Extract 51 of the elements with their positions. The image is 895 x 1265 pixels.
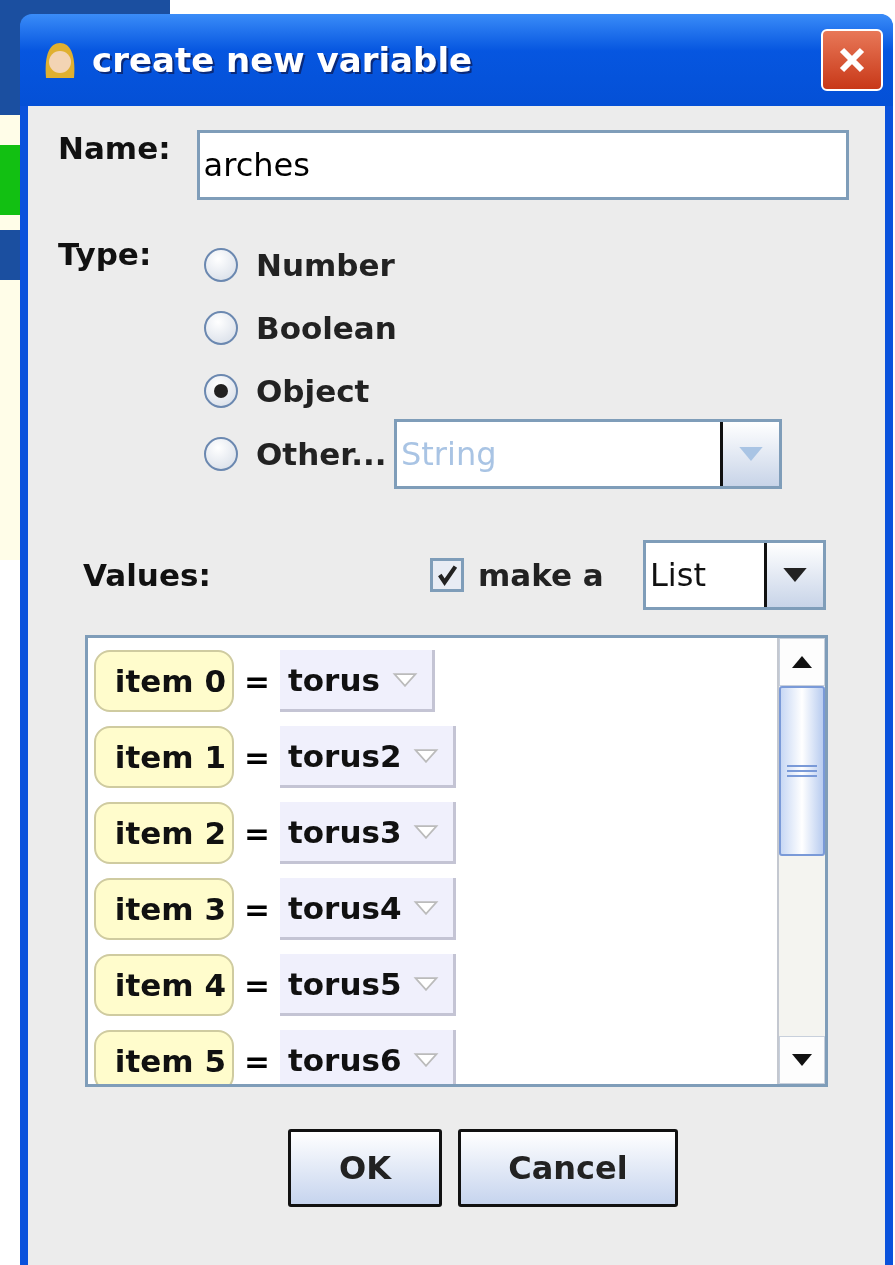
value-dropdown[interactable]: torus [280, 650, 435, 712]
equals-sign: = [244, 663, 270, 699]
caret-icon [413, 900, 440, 915]
close-icon [837, 45, 867, 75]
scroll-up-icon[interactable] [791, 656, 813, 668]
caret-icon [413, 824, 440, 839]
item-tile[interactable]: item 1 [94, 726, 234, 788]
item-tile[interactable]: item 3 [94, 878, 234, 940]
value-dropdown[interactable]: torus5 [280, 954, 457, 1016]
name-field[interactable]: arches [196, 130, 849, 200]
dialog-button[interactable]: Cancel [458, 1129, 678, 1207]
checkbox-label: make a [478, 557, 605, 593]
caret-icon [739, 446, 763, 461]
type-label: Type: [58, 236, 153, 274]
caret-icon [783, 568, 807, 582]
radio-label: Number [256, 246, 394, 283]
item-tile[interactable]: item 5 [94, 1030, 234, 1084]
caret-icon [413, 976, 440, 991]
radio-button[interactable] [204, 247, 238, 282]
equals-sign: = [244, 891, 270, 927]
equals-sign: = [244, 967, 270, 1003]
close-button[interactable] [821, 29, 883, 91]
value-dropdown[interactable]: torus3 [280, 802, 457, 864]
window-title: create new variable [92, 40, 474, 80]
radio-label: Object [256, 372, 371, 409]
equals-sign: = [244, 815, 270, 851]
name-label: Name: [58, 130, 171, 166]
item-tile[interactable]: item 2 [94, 802, 234, 864]
radio-label: Other... [256, 435, 388, 472]
item-tile[interactable]: item 4 [94, 954, 234, 1016]
caret-icon [413, 1052, 440, 1067]
caret-icon [391, 672, 418, 687]
radio-button[interactable] [204, 310, 238, 345]
equals-sign: = [244, 1043, 270, 1079]
grip-icon [787, 764, 817, 778]
value-dropdown[interactable]: torus6 [280, 1030, 457, 1084]
caret-icon [413, 748, 440, 763]
values-label: Values: [83, 557, 212, 593]
value-dropdown[interactable]: torus4 [280, 878, 457, 940]
item-tile[interactable]: item 0 [94, 650, 234, 712]
check-icon [435, 563, 459, 587]
equals-sign: = [244, 739, 270, 775]
collection-dropdown[interactable]: List [643, 540, 826, 610]
radio-button[interactable] [204, 436, 238, 471]
radio-label: Boolean [256, 309, 394, 346]
scroll-down-icon[interactable] [791, 1054, 813, 1066]
radio-button[interactable] [204, 373, 238, 408]
checkbox[interactable] [430, 558, 464, 592]
dialog-button[interactable]: OK [288, 1129, 442, 1207]
scrollbar[interactable] [777, 638, 825, 1084]
value-dropdown[interactable]: torus2 [280, 726, 457, 788]
